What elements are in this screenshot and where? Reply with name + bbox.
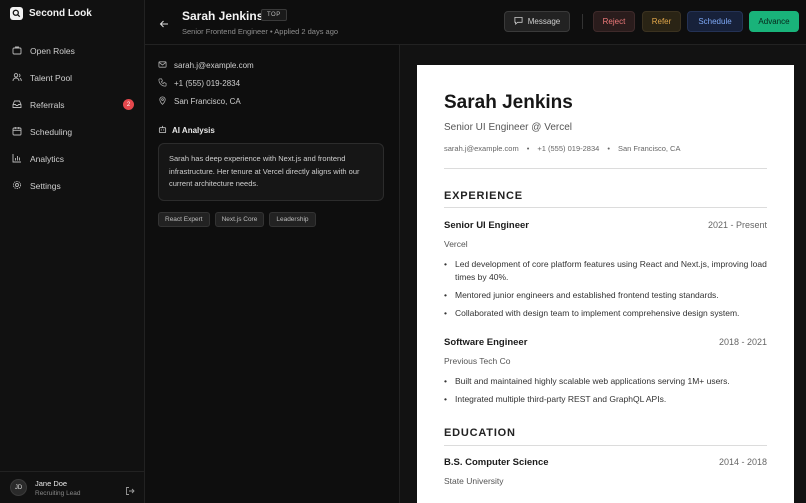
job-title: Software Engineer [444,337,528,348]
sidebar-item-scheduling[interactable]: Scheduling [0,118,145,145]
refer-button[interactable]: Refer [642,11,681,32]
education-degree: B.S. Computer Science [444,457,549,468]
message-icon [514,16,523,27]
user-role: Recruiting Lead [35,489,81,497]
sidebar-item-label: Analytics [30,153,65,164]
candidate-subtitle: Senior Frontend Engineer • Applied 2 day… [182,27,339,36]
education-dates: 2014 - 2018 [718,457,767,467]
candidate-phone[interactable]: +1 (555) 019-2834 [174,79,240,88]
user-name: Jane Doe [35,478,68,488]
skill-tags: React Expert Next.js Core Leadership [158,212,316,227]
job-bullet: Built and maintained highly scalable web… [444,375,767,388]
message-button[interactable]: Message [504,11,570,32]
job-bullet: Mentored junior engineers and establishe… [444,289,767,302]
location-pin-icon [158,96,167,107]
sidebar-item-talent-pool[interactable]: Talent Pool [0,64,145,91]
sidebar-item-label: Scheduling [30,126,73,137]
sidebar: Second Look Open Roles Talent Pool Refer… [0,0,145,503]
briefcase-icon [12,45,22,57]
message-label: Message [527,17,561,26]
header-divider [582,14,583,29]
email-row: sarah.j@example.com [158,60,254,71]
location-row: San Francisco, CA [158,96,241,107]
skill-tag[interactable]: Next.js Core [214,212,265,227]
job-bullet: Integrated multiple third-party REST and… [444,393,767,406]
users-icon [12,72,22,84]
sidebar-item-label: Talent Pool [30,72,73,83]
sidebar-nav: Open Roles Talent Pool Referrals 2 Sched… [0,37,145,199]
phone-row: +1 (555) 019-2834 [158,78,240,89]
gear-icon [12,180,22,192]
robot-icon [158,125,167,136]
resume-contacts: sarah.j@example.com • +1 (555) 019-2834 … [444,144,681,153]
education-school: State University [444,476,504,486]
ai-analysis-title: AI Analysis [172,126,215,135]
brand-name: Second Look [29,8,92,19]
back-arrow-icon[interactable] [159,16,169,28]
section-divider [444,445,767,446]
search-icon [10,7,23,20]
job-bullets: Led development of core platform feature… [444,258,767,325]
avatar: JD [10,479,27,496]
mail-icon [158,60,167,71]
sidebar-item-label: Open Roles [30,45,75,56]
job-bullet: Led development of core platform feature… [444,258,767,283]
sidebar-item-label: Referrals [30,99,65,110]
candidate-header: Sarah Jenkins TOP Senior Frontend Engine… [145,0,806,45]
referrals-count-badge: 2 [123,99,134,110]
resume-viewer[interactable]: Sarah Jenkins Senior UI Engineer @ Verce… [400,45,806,503]
phone-icon [158,78,167,89]
section-divider [444,207,767,208]
candidate-name: Sarah Jenkins [182,9,264,23]
schedule-button[interactable]: Schedule [687,11,743,32]
job-dates: 2021 - Present [707,220,767,230]
resume-email: sarah.j@example.com [444,144,519,153]
app: Second Look Open Roles Talent Pool Refer… [0,0,806,503]
sidebar-item-analytics[interactable]: Analytics [0,145,145,172]
job-bullet: Collaborated with design team to impleme… [444,307,767,320]
resume-location: San Francisco, CA [617,144,681,153]
user-profile[interactable]: JD Jane Doe Recruiting Lead [0,471,145,503]
experience-heading: EXPERIENCE [444,190,523,202]
candidate-email[interactable]: sarah.j@example.com [174,61,254,70]
calendar-icon [12,126,22,138]
job-dates: 2018 - 2021 [718,337,767,347]
job-bullets: Built and maintained highly scalable web… [444,375,767,411]
job-company: Previous Tech Co [444,356,511,366]
resume-divider [444,168,767,169]
job-title: Senior UI Engineer [444,220,529,231]
sidebar-item-open-roles[interactable]: Open Roles [0,37,145,64]
job-company: Vercel [444,239,468,249]
top-tag-badge: TOP [261,9,287,21]
logout-icon[interactable] [125,483,135,495]
sidebar-item-settings[interactable]: Settings [0,172,145,199]
resume-document: Sarah Jenkins Senior UI Engineer @ Verce… [417,65,794,503]
candidate-detail-panel: sarah.j@example.com +1 (555) 019-2834 Sa… [145,45,400,503]
skill-tag[interactable]: Leadership [269,212,316,227]
ai-analysis-text: Sarah has deep experience with Next.js a… [158,143,384,201]
advance-button[interactable]: Advance [749,11,799,32]
skill-tag[interactable]: React Expert [158,212,210,227]
education-heading: EDUCATION [444,427,516,439]
resume-phone: +1 (555) 019-2834 [537,144,600,153]
user-info: Jane Doe Recruiting Lead [35,479,125,497]
resume-name: Sarah Jenkins [444,92,573,113]
brand[interactable]: Second Look [10,7,92,20]
candidate-location: San Francisco, CA [174,97,241,106]
ai-analysis-heading: AI Analysis [158,125,215,136]
reject-button[interactable]: Reject [593,11,635,32]
sidebar-item-referrals[interactable]: Referrals 2 [0,91,145,118]
sidebar-item-label: Settings [30,180,61,191]
chart-icon [12,153,22,165]
inbox-icon [12,99,22,111]
resume-title: Senior UI Engineer @ Vercel [444,122,572,133]
